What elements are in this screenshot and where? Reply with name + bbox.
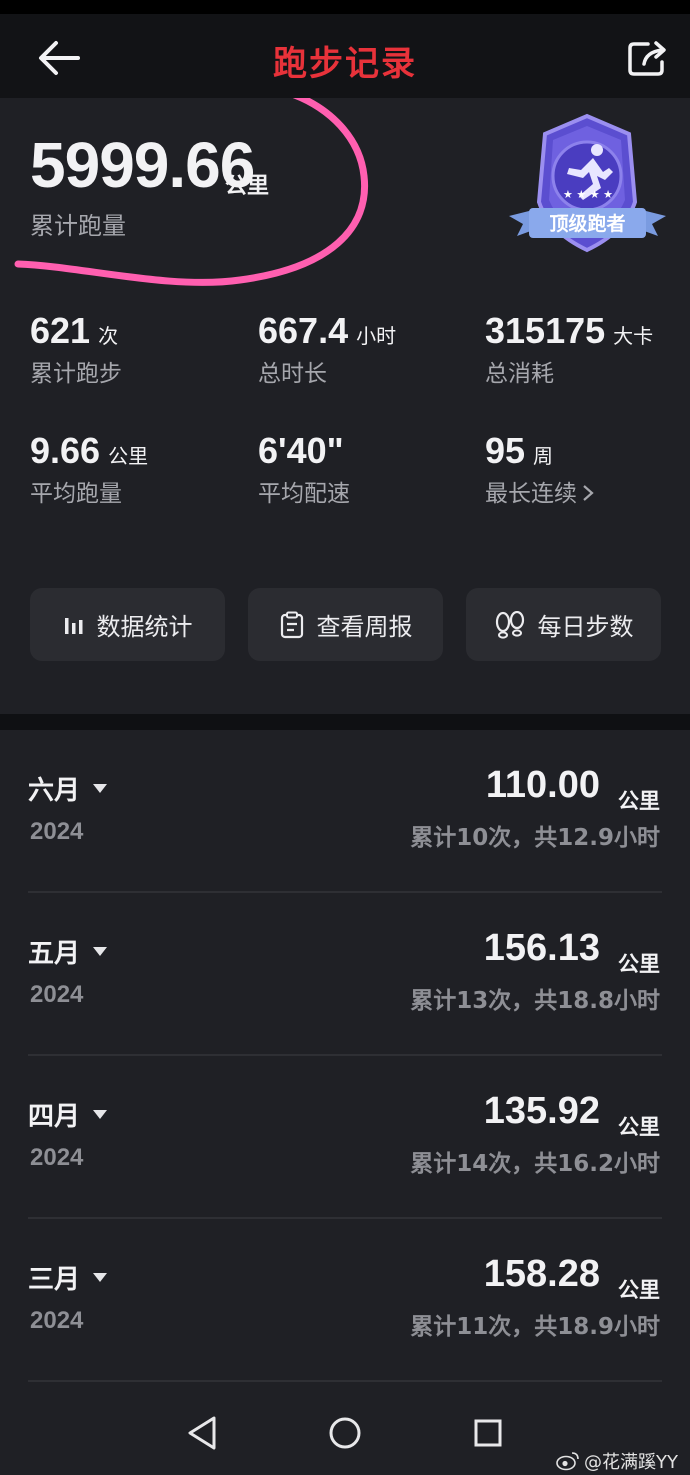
- app-header: 跑步记录: [0, 14, 690, 98]
- page-title: 跑步记录: [273, 44, 417, 84]
- monthly-records-list: 六月 2024 110.00 公里 累计10次，共12.9小时 五月 2024 …: [0, 730, 690, 1390]
- clipboard-icon: [280, 611, 303, 638]
- month-row[interactable]: 四月 2024 135.92 公里 累计14次，共16.2小时: [0, 1056, 690, 1219]
- button-label: 每日步数: [537, 613, 634, 641]
- total-distance-value: 5999.66: [30, 129, 255, 201]
- stat-unit: 小时: [356, 324, 397, 348]
- year-label: 2024: [30, 1144, 84, 1171]
- stat-value: 6'40": [258, 430, 344, 471]
- weekly-report-button[interactable]: 查看周报: [248, 588, 443, 661]
- month-summary: 累计13次，共18.8小时: [410, 988, 660, 1014]
- stat-average-distance: 9.66 公里 平均跑量: [30, 430, 250, 508]
- month-summary: 累计11次，共18.9小时: [410, 1314, 660, 1340]
- home-circle-icon[interactable]: [320, 1408, 370, 1458]
- month-distance: 110.00: [485, 764, 600, 806]
- data-statistics-button[interactable]: 数据统计: [30, 588, 225, 661]
- month-summary: 累计14次，共16.2小时: [410, 1151, 660, 1177]
- share-icon[interactable]: [626, 38, 670, 78]
- month-distance: 135.92: [483, 1090, 600, 1132]
- stat-value: 9.66: [30, 430, 101, 471]
- weibo-logo-icon: [556, 1452, 579, 1471]
- month-row[interactable]: 三月 2024 158.28 公里 累计11次，共18.9小时: [0, 1219, 690, 1382]
- stat-total-time: 667.4 小时 总时长: [258, 310, 478, 388]
- badge-label: 顶级跑者: [549, 212, 625, 235]
- stat-label: 总时长: [258, 361, 327, 387]
- month-summary: 累计10次，共12.9小时: [410, 825, 660, 851]
- month-label: 六月: [28, 776, 81, 806]
- year-label: 2024: [30, 818, 84, 845]
- stat-unit: 大卡: [613, 324, 654, 348]
- back-triangle-icon[interactable]: [178, 1408, 228, 1458]
- stat-label: 最长连续: [485, 481, 577, 507]
- month-row[interactable]: 六月 2024 110.00 公里 累计10次，共12.9小时: [0, 730, 690, 893]
- stat-total-calories: 315175 大卡 总消耗: [485, 310, 690, 388]
- button-label: 查看周报: [316, 613, 413, 641]
- bar-chart-icon: [64, 617, 82, 634]
- caret-down-icon[interactable]: [93, 947, 107, 956]
- month-row[interactable]: 五月 2024 156.13 公里 累计13次，共18.8小时: [0, 893, 690, 1056]
- stat-unit: 公里: [108, 444, 149, 468]
- total-distance-label: 累计跑量: [30, 212, 126, 240]
- stat-label: 累计跑步: [30, 361, 122, 387]
- distance-unit: 公里: [618, 789, 660, 813]
- month-distance: 158.28: [483, 1253, 600, 1295]
- chevron-right-icon: [583, 485, 594, 501]
- month-label: 四月: [28, 1102, 81, 1132]
- stat-longest-streak[interactable]: 95 周 最长连续: [485, 430, 690, 508]
- stat-label: 平均配速: [258, 481, 350, 507]
- caret-down-icon[interactable]: [93, 784, 107, 793]
- svg-text:★ ★ ★ ★: ★ ★ ★ ★: [563, 188, 613, 201]
- stat-run-count: 621 次 累计跑步: [30, 310, 250, 388]
- stat-label: 总消耗: [485, 361, 554, 387]
- distance-unit: 公里: [618, 1115, 660, 1139]
- stat-label: 平均跑量: [30, 481, 122, 507]
- month-distance: 156.13: [483, 927, 600, 969]
- section-divider: [0, 714, 690, 730]
- month-label: 三月: [28, 1265, 81, 1295]
- stat-unit: 周: [533, 444, 554, 468]
- year-label: 2024: [30, 981, 84, 1008]
- top-runner-badge: ★ ★ ★ ★ 顶级跑者: [509, 113, 666, 253]
- footprints-icon: [495, 610, 524, 639]
- status-bar: [0, 0, 690, 14]
- stat-average-pace: 6'40" 平均配速: [258, 430, 478, 508]
- month-label: 五月: [28, 939, 81, 969]
- distance-unit: 公里: [618, 1278, 660, 1302]
- caret-down-icon[interactable]: [93, 1110, 107, 1119]
- stat-unit: 次: [98, 324, 119, 348]
- stat-value: 667.4: [258, 310, 349, 351]
- watermark-text: @花满蹊YY: [584, 1452, 678, 1473]
- caret-down-icon[interactable]: [93, 1273, 107, 1282]
- button-label: 数据统计: [96, 613, 193, 641]
- distance-unit: 公里: [618, 952, 660, 976]
- weibo-watermark: @花满蹊YY: [556, 1448, 678, 1474]
- stat-value: 315175: [485, 310, 606, 351]
- daily-steps-button[interactable]: 每日步数: [466, 588, 661, 661]
- year-label: 2024: [30, 1307, 84, 1334]
- running-summary: 5999.66 公里 累计跑量 ★ ★ ★ ★ 顶级跑者 621 次 累计跑步 6…: [0, 98, 690, 714]
- stat-value: 95: [485, 430, 526, 471]
- stat-value: 621: [30, 310, 91, 351]
- total-distance-unit: 公里: [225, 174, 270, 199]
- row-divider: [28, 1380, 662, 1382]
- recents-square-icon[interactable]: [463, 1408, 513, 1458]
